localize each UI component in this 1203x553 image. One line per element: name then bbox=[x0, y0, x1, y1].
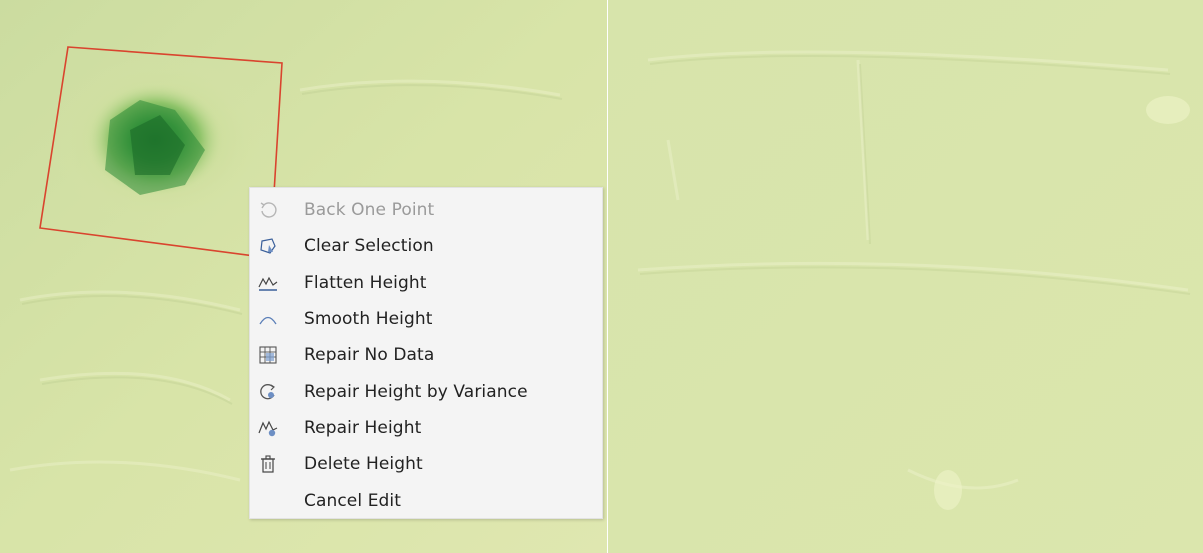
repair-no-data-icon bbox=[258, 345, 278, 365]
menu-item-label: Cancel Edit bbox=[304, 490, 402, 511]
repair-variance-icon bbox=[258, 382, 278, 402]
menu-item-label: Delete Height bbox=[304, 454, 423, 475]
menu-item-cancel-edit[interactable]: Cancel Edit bbox=[250, 482, 602, 518]
menu-item-repair-height[interactable]: Repair Height bbox=[250, 410, 602, 446]
terrain-shaded-relief-right bbox=[608, 0, 1203, 553]
context-menu: Back One Point Clear Selection Flatten H… bbox=[249, 187, 603, 519]
menu-item-flatten-height[interactable]: Flatten Height bbox=[250, 265, 602, 301]
menu-item-label: Repair No Data bbox=[304, 345, 435, 366]
menu-item-clear-selection[interactable]: Clear Selection bbox=[250, 228, 602, 264]
menu-item-delete-height[interactable]: Delete Height bbox=[250, 446, 602, 482]
terrain-map-right[interactable] bbox=[608, 0, 1203, 553]
menu-item-back-one-point[interactable]: Back One Point bbox=[250, 192, 602, 228]
menu-item-label: Back One Point bbox=[304, 200, 435, 221]
menu-item-label: Flatten Height bbox=[304, 272, 427, 293]
trash-icon bbox=[258, 454, 278, 474]
repair-height-icon bbox=[258, 418, 278, 438]
menu-item-label: Clear Selection bbox=[304, 236, 434, 257]
clear-selection-icon bbox=[258, 236, 278, 256]
menu-item-repair-height-by-variance[interactable]: Repair Height by Variance bbox=[250, 373, 602, 409]
terrain-editor-viewport[interactable]: Back One Point Clear Selection Flatten H… bbox=[0, 0, 1203, 553]
smooth-height-icon bbox=[258, 309, 278, 329]
flatten-height-icon bbox=[258, 273, 278, 293]
undo-icon bbox=[258, 200, 278, 220]
menu-item-label: Smooth Height bbox=[304, 309, 433, 330]
menu-item-label: Repair Height by Variance bbox=[304, 381, 528, 402]
menu-item-repair-no-data[interactable]: Repair No Data bbox=[250, 337, 602, 373]
menu-item-label: Repair Height bbox=[304, 417, 422, 438]
menu-item-smooth-height[interactable]: Smooth Height bbox=[250, 301, 602, 337]
